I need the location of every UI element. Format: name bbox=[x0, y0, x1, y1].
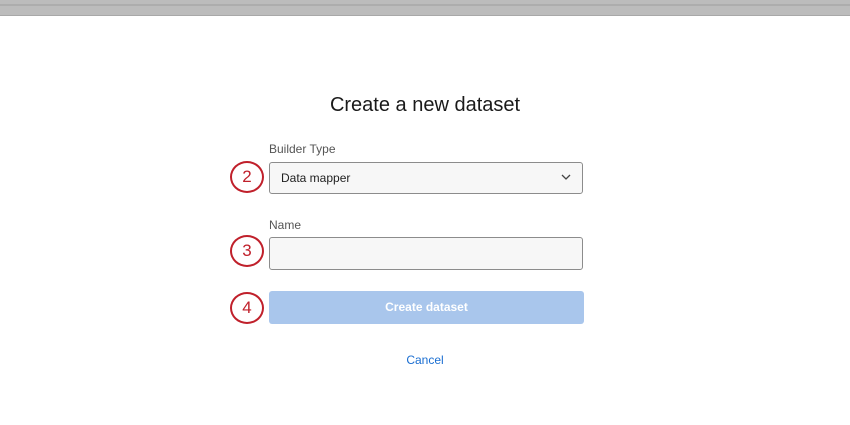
step-marker-3: 3 bbox=[230, 235, 264, 267]
top-bar bbox=[0, 0, 850, 16]
step-marker-2: 2 bbox=[230, 161, 264, 193]
step-marker-4: 4 bbox=[230, 292, 264, 324]
builder-type-label: Builder Type bbox=[269, 142, 336, 156]
builder-type-select[interactable]: Data mapper bbox=[269, 162, 583, 194]
builder-type-value: Data mapper bbox=[281, 171, 351, 185]
name-input[interactable] bbox=[269, 237, 583, 270]
name-label: Name bbox=[269, 218, 302, 232]
create-dataset-button[interactable]: Create dataset bbox=[269, 291, 584, 324]
cancel-link[interactable]: Cancel bbox=[406, 353, 443, 367]
top-bar-divider bbox=[0, 4, 850, 6]
chevron-down-icon bbox=[561, 174, 571, 180]
page-title: Create a new dataset bbox=[329, 94, 521, 116]
